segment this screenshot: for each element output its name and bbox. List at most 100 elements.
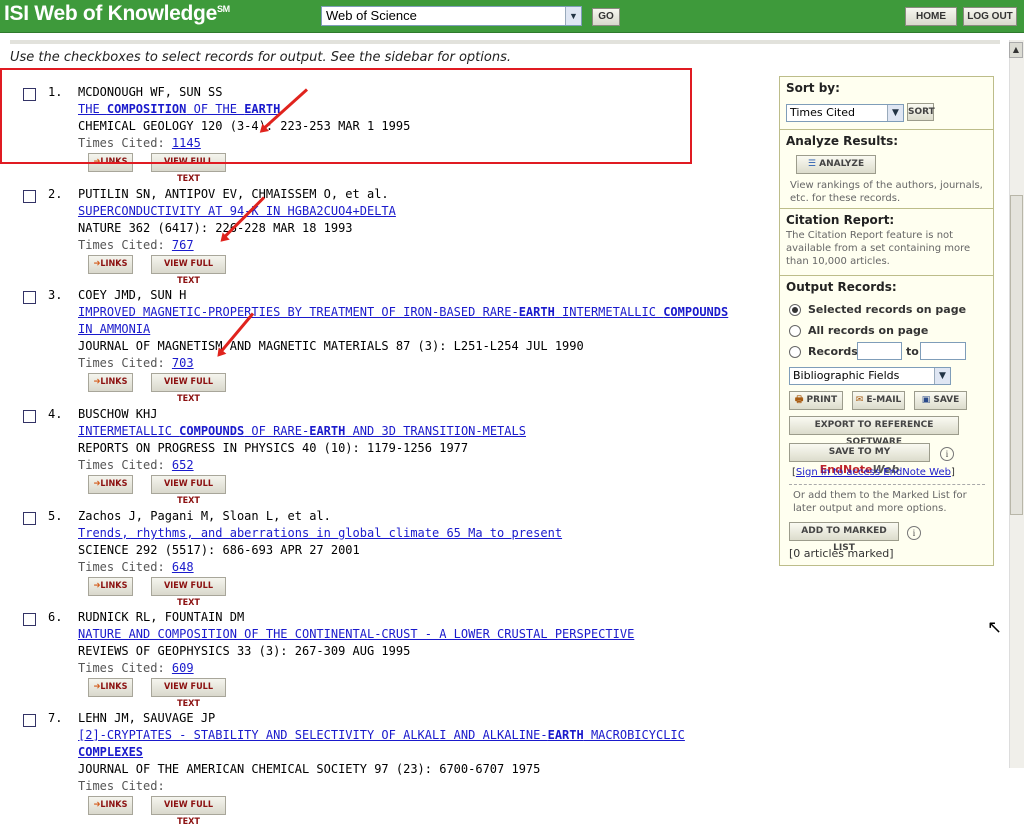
view-full-text-button[interactable]: VIEW FULL TEXT <box>151 577 226 608</box>
save-button[interactable]: ▣ SAVE <box>914 391 967 410</box>
links-button[interactable]: ➔LINKS <box>88 678 133 697</box>
record-source: NATURE 362 (6417): 226-228 MAR 18 1993 <box>78 221 353 235</box>
record-source: JOURNAL OF MAGNETISM AND MAGNETIC MATERI… <box>78 339 584 353</box>
database-select[interactable]: Web of Science ▼ <box>321 6 582 26</box>
times-cited-link[interactable]: 652 <box>172 458 194 472</box>
range-to-label: to <box>906 345 919 358</box>
chevron-down-icon[interactable]: ▼ <box>934 368 950 384</box>
record-title-link[interactable]: NATURE AND COMPOSITION OF THE CONTINENTA… <box>78 627 634 641</box>
brand-logo[interactable]: ISI Web of KnowledgeSM <box>4 2 230 26</box>
links-label: LINKS <box>100 259 128 269</box>
record-buttons: ➔LINKS VIEW FULL TEXT <box>78 678 738 709</box>
record-title-link[interactable]: Trends, rhythms, and aberrations in glob… <box>78 526 562 540</box>
go-button[interactable]: GO <box>592 8 620 26</box>
view-full-text-button[interactable]: VIEW FULL TEXT <box>151 255 226 286</box>
view-full-text-button[interactable]: VIEW FULL TEXT <box>151 678 226 709</box>
record-checkbox[interactable] <box>23 613 36 626</box>
record-number: 3. <box>48 288 63 302</box>
chevron-down-icon[interactable]: ▼ <box>887 105 903 121</box>
record-title-link[interactable]: INTERMETALLIC COMPOUNDS OF RARE-EARTH AN… <box>78 424 526 438</box>
times-cited-link[interactable]: 767 <box>172 238 194 252</box>
radio-selected-records[interactable] <box>789 304 801 316</box>
sort-button[interactable]: SORT <box>907 103 935 121</box>
divider <box>10 40 1000 44</box>
record-number: 2. <box>48 187 63 201</box>
record-source: REPORTS ON PROGRESS IN PHYSICS 40 (10): … <box>78 441 469 455</box>
scroll-up-icon[interactable]: ▲ <box>1009 42 1023 58</box>
links-button[interactable]: ➔LINKS <box>88 255 133 274</box>
citation-description: The Citation Report feature is not avail… <box>786 230 971 267</box>
list-icon: ☰ <box>807 159 816 169</box>
chevron-down-icon[interactable]: ▼ <box>565 7 581 25</box>
times-cited-label: Times Cited: <box>78 560 172 574</box>
endnote-prefix: SAVE TO MY <box>828 447 891 457</box>
record-number: 4. <box>48 407 63 421</box>
record-body: LEHN JM, SAUVAGE JP [2]-CRYPTATES - STABI… <box>78 710 738 827</box>
times-cited-link[interactable]: 703 <box>172 356 194 370</box>
range-to-input[interactable] <box>920 342 966 360</box>
output-section: Output Records: Selected records on page… <box>780 276 993 565</box>
save-to-endnote-button[interactable]: SAVE TO MY EndNoteWeb <box>789 443 930 476</box>
brand-servicemark: SM <box>216 4 230 14</box>
view-full-text-button[interactable]: VIEW FULL TEXT <box>151 373 226 404</box>
envelope-icon: ✉ <box>855 395 864 405</box>
sort-select[interactable]: Times Cited ▼ <box>786 104 904 122</box>
view-full-text-button[interactable]: VIEW FULL TEXT <box>151 796 226 827</box>
record-title-link[interactable]: SUPERCONDUCTIVITY AT 94-K IN HGBA2CUO4+D… <box>78 204 396 218</box>
view-full-text-button[interactable]: VIEW FULL TEXT <box>151 475 226 506</box>
record-checkbox[interactable] <box>23 512 36 525</box>
record-number: 6. <box>48 610 63 624</box>
record-buttons: ➔LINKS VIEW FULL TEXT <box>78 255 738 286</box>
analyze-description: View rankings of the authors, journals, … <box>790 180 983 204</box>
radio-all-label: All records on page <box>808 324 929 337</box>
record-title-link[interactable]: IMPROVED MAGNETIC-PROPERTIES BY TREATMEN… <box>78 305 728 336</box>
record-checkbox[interactable] <box>23 410 36 423</box>
links-button[interactable]: ➔LINKS <box>88 475 133 494</box>
header-bar: ISI Web of KnowledgeSM Web of Science ▼ … <box>0 0 1024 33</box>
info-icon[interactable]: i <box>907 526 921 540</box>
add-to-marked-list-button[interactable]: ADD TO MARKED LIST <box>789 522 899 553</box>
times-cited: Times Cited: 767 <box>78 237 738 254</box>
fields-select[interactable]: Bibliographic Fields ▼ <box>789 367 951 385</box>
record-checkbox[interactable] <box>23 190 36 203</box>
links-button[interactable]: ➔LINKS <box>88 577 133 596</box>
email-button[interactable]: ✉ E-MAIL <box>852 391 905 410</box>
times-cited-link[interactable]: 648 <box>172 560 194 574</box>
range-from-input[interactable] <box>857 342 902 360</box>
record-authors: LEHN JM, SAUVAGE JP <box>78 711 216 725</box>
links-button[interactable]: ➔LINKS <box>88 796 133 815</box>
signin-endnote-link[interactable]: Sign in to access EndNote Web <box>796 467 951 478</box>
info-icon[interactable]: i <box>940 447 954 461</box>
scroll-thumb[interactable] <box>1010 195 1023 515</box>
record-body: PUTILIN SN, ANTIPOV EV, CHMAISSEM O, et … <box>78 186 738 286</box>
print-button[interactable]: 🖶 PRINT <box>789 391 843 410</box>
links-label: LINKS <box>100 800 128 810</box>
radio-all-records[interactable] <box>789 325 801 337</box>
links-label: LINKS <box>100 581 128 591</box>
times-cited-link[interactable]: 609 <box>172 661 194 675</box>
instructions-text: Use the checkboxes to select records for… <box>10 50 511 65</box>
divider <box>789 484 985 485</box>
times-cited: Times Cited: 703 <box>78 355 738 372</box>
times-cited-label: Times Cited: <box>78 661 172 675</box>
record-number: 5. <box>48 509 63 523</box>
analyze-button[interactable]: ☰ ANALYZE <box>796 155 876 174</box>
home-button[interactable]: HOME <box>905 7 957 26</box>
analyze-section: Analyze Results: ☰ ANALYZE View rankings… <box>780 130 993 209</box>
printer-icon: 🖶 <box>794 395 804 405</box>
print-label: PRINT <box>806 395 838 405</box>
record-checkbox[interactable] <box>23 291 36 304</box>
logout-button[interactable]: LOG OUT <box>963 7 1017 26</box>
radio-range-label: Records <box>808 345 858 358</box>
record-checkbox[interactable] <box>23 714 36 727</box>
links-button[interactable]: ➔LINKS <box>88 373 133 392</box>
times-cited-label: Times Cited: <box>78 238 172 252</box>
times-cited-label: Times Cited: <box>78 779 165 793</box>
sidebar: Sort by: Times Cited ▼ SORT Analyze Resu… <box>779 76 994 566</box>
radio-record-range[interactable] <box>789 346 801 358</box>
record-source: REVIEWS OF GEOPHYSICS 33 (3): 267-309 AU… <box>78 644 411 658</box>
export-reference-button[interactable]: EXPORT TO REFERENCE SOFTWARE <box>789 416 959 447</box>
highlight-box <box>0 68 692 164</box>
record-title-link[interactable]: [2]-CRYPTATES - STABILITY AND SELECTIVIT… <box>78 728 685 759</box>
disk-icon: ▣ <box>921 395 931 405</box>
